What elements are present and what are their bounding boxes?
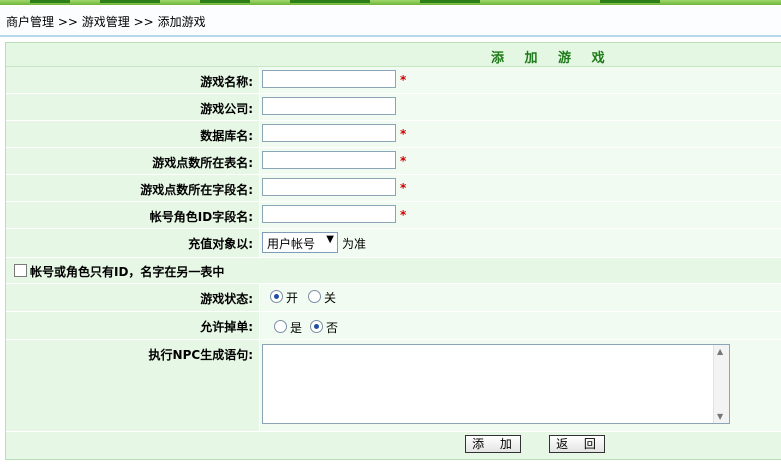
row-db-name: 数据库名: * <box>6 121 781 148</box>
points-field-input[interactable] <box>262 178 396 196</box>
scroll-down-icon[interactable]: ▼ <box>717 412 723 421</box>
game-status-open-label[interactable]: 开 <box>286 289 298 306</box>
game-status-closed-radio[interactable] <box>308 290 321 303</box>
npc-statement-textarea[interactable]: ▲ ▼ <box>262 344 730 424</box>
scroll-up-icon[interactable]: ▲ <box>717 347 723 356</box>
role-id-field-input[interactable] <box>262 205 396 223</box>
points-field-label: 游戏点数所在字段名: <box>140 183 253 197</box>
row-points-table: 游戏点数所在表名: * <box>6 148 781 175</box>
row-points-field: 游戏点数所在字段名: * <box>6 175 781 202</box>
form-title: 添 加 游 戏 <box>491 51 613 66</box>
button-row: 添 加 返 回 <box>6 432 781 459</box>
breadcrumb-item-games[interactable]: 游戏管理 <box>82 15 130 29</box>
row-game-status: 游戏状态: 开 关 <box>6 284 781 312</box>
recharge-target-suffix: 为准 <box>342 237 367 251</box>
game-name-input[interactable] <box>262 70 396 88</box>
recharge-target-label: 充值对象以: <box>188 237 253 251</box>
npc-statement-label: 执行NPC生成语句: <box>148 348 253 362</box>
row-game-name: 游戏名称: * <box>6 67 781 94</box>
breadcrumb-separator: >> <box>57 15 78 29</box>
allow-drop-no-radio[interactable] <box>310 320 323 333</box>
game-company-label: 游戏公司: <box>200 102 253 116</box>
breadcrumb-bar: 商户管理 >> 游戏管理 >> 添加游戏 <box>0 7 781 37</box>
top-nav-strip <box>0 0 781 5</box>
allow-drop-yes-radio[interactable] <box>274 320 287 333</box>
db-name-input[interactable] <box>262 124 396 142</box>
row-allow-drop: 允许掉单: 是 否 <box>6 312 781 340</box>
breadcrumb-separator: >> <box>133 15 154 29</box>
required-mark: * <box>400 208 407 222</box>
breadcrumb: 商户管理 >> 游戏管理 >> 添加游戏 <box>6 13 206 30</box>
db-name-label: 数据库名: <box>200 129 253 143</box>
recharge-target-select[interactable]: 用户帐号 ▼ <box>262 232 338 253</box>
breadcrumb-item-merchant[interactable]: 商户管理 <box>6 15 54 29</box>
chevron-down-icon: ▼ <box>326 234 334 245</box>
row-recharge-target: 充值对象以: 用户帐号 ▼ 为准 <box>6 229 781 258</box>
textarea-scrollbar[interactable]: ▲ ▼ <box>713 345 729 423</box>
row-role-id-field: 帐号角色ID字段名: * <box>6 202 781 229</box>
id-only-checkbox[interactable] <box>14 264 27 277</box>
recharge-target-selected: 用户帐号 <box>267 237 316 251</box>
points-table-label: 游戏点数所在表名: <box>152 156 253 170</box>
breadcrumb-item-add-game: 添加游戏 <box>157 15 206 29</box>
game-status-closed-label[interactable]: 关 <box>324 289 336 306</box>
required-mark: * <box>400 73 407 87</box>
allow-drop-no-label[interactable]: 否 <box>326 319 338 336</box>
form-header: 添 加 游 戏 <box>6 43 781 67</box>
row-npc-statement: 执行NPC生成语句: ▲ ▼ <box>6 340 781 432</box>
game-status-open-radio[interactable] <box>270 290 283 303</box>
game-name-label: 游戏名称: <box>200 75 253 89</box>
allow-drop-label: 允许掉单: <box>200 320 253 334</box>
required-mark: * <box>400 181 407 195</box>
add-button[interactable]: 添 加 <box>465 435 521 453</box>
allow-drop-yes-label[interactable]: 是 <box>290 319 302 336</box>
required-mark: * <box>400 154 407 168</box>
game-company-input[interactable] <box>262 97 396 115</box>
add-game-form: 添 加 游 戏 游戏名称: * 游戏公司: 数据库名: * 游戏点数所在表名: … <box>5 42 781 460</box>
game-status-label: 游戏状态: <box>200 292 253 306</box>
required-mark: * <box>400 127 407 141</box>
id-only-label[interactable]: 帐号或角色只有ID，名字在另一表中 <box>30 263 224 280</box>
points-table-input[interactable] <box>262 151 396 169</box>
row-id-only: 帐号或角色只有ID，名字在另一表中 <box>6 258 781 284</box>
role-id-field-label: 帐号角色ID字段名: <box>149 210 253 224</box>
row-game-company: 游戏公司: <box>6 94 781 121</box>
back-button[interactable]: 返 回 <box>549 435 605 453</box>
